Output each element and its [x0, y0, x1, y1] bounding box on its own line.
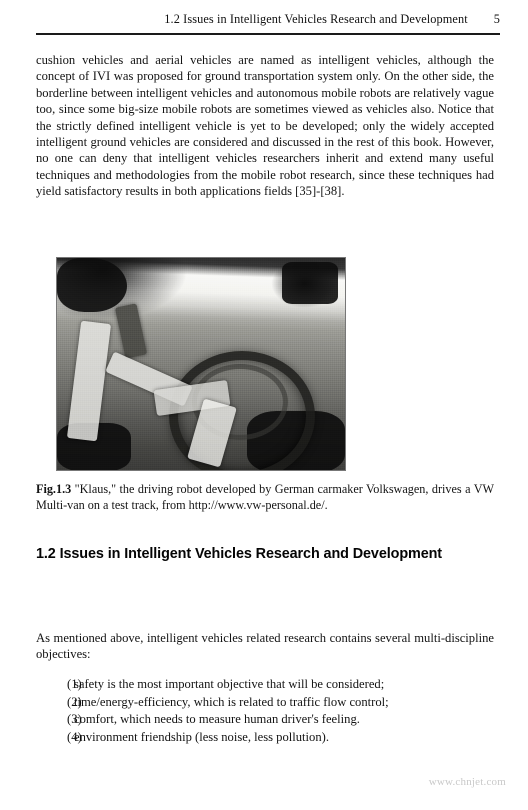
figure-caption-text: "Klaus," the driving robot developed by …: [36, 482, 494, 512]
list-item: (3) comfort, which needs to measure huma…: [36, 711, 494, 729]
figure-caption: Fig.1.3 "Klaus," the driving robot devel…: [36, 482, 494, 513]
list-item-text: comfort, which needs to measure human dr…: [74, 712, 360, 727]
page-number: 5: [493, 12, 500, 26]
photo-backdrop: [57, 258, 345, 470]
list-item-number: (1): [67, 677, 82, 691]
photo-grain-overlay: [57, 258, 345, 470]
book-page: 1.2 Issues in Intelligent Vehicles Resea…: [0, 0, 528, 810]
watermark: www.chnjet.com: [428, 776, 506, 788]
list-item: (4) environment friendship (less noise, …: [36, 729, 494, 747]
list-item-text: safety is the most important objective t…: [74, 677, 385, 691]
figure-image: [57, 258, 345, 470]
running-head: 1.2 Issues in Intelligent Vehicles Resea…: [36, 12, 500, 30]
list-item-text: environment friendship (less noise, less…: [74, 729, 329, 744]
objectives-list: (1) safety is the most important objecti…: [36, 676, 494, 746]
paragraph-text: cushion vehicles and aerial vehicles are…: [36, 53, 494, 199]
list-item-text: time/energy-efficiency, which is related…: [74, 694, 389, 709]
running-head-title: 1.2 Issues in Intelligent Vehicles Resea…: [164, 12, 468, 26]
body-paragraph-intro: cushion vehicles and aerial vehicles are…: [36, 52, 494, 200]
header-divider: [36, 33, 500, 35]
list-item-number: (4): [67, 729, 82, 744]
section-heading: 1.2 Issues in Intelligent Vehicles Resea…: [36, 546, 442, 562]
body-paragraph-after-heading: As mentioned above, intelligent vehicles…: [36, 630, 494, 663]
list-item-number: (3): [67, 712, 82, 727]
list-item: (1) safety is the most important objecti…: [36, 676, 494, 694]
list-item-number: (2): [67, 694, 82, 709]
paragraph-text: As mentioned above, intelligent vehicles…: [36, 631, 494, 662]
list-item: (2) time/energy-efficiency, which is rel…: [36, 694, 494, 712]
figure-label: Fig.1.3: [36, 482, 72, 496]
